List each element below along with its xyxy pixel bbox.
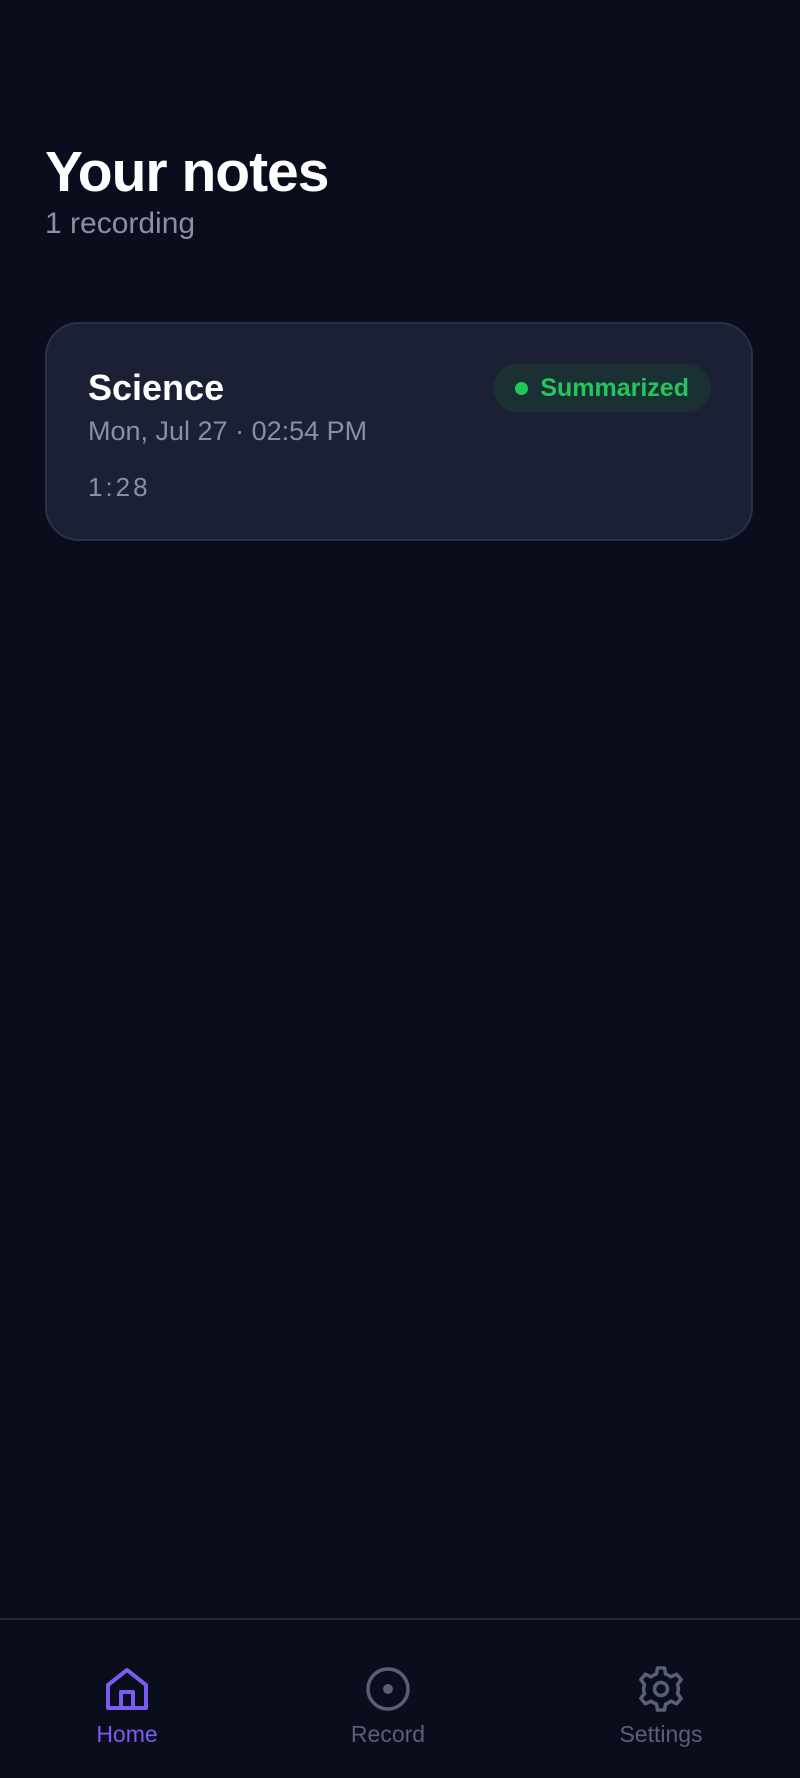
- app-screen: Your notes 1 recording Science Mon, Jul …: [0, 0, 800, 1778]
- nav-label-home: Home: [96, 1721, 158, 1747]
- note-date: Mon, Jul 27 · 02:54 PM: [88, 416, 368, 446]
- status-dot-icon: [515, 381, 529, 395]
- nav-item-home[interactable]: Home: [42, 1664, 212, 1748]
- nav-item-record[interactable]: Record: [303, 1664, 473, 1748]
- nav-item-settings[interactable]: Settings: [576, 1664, 746, 1748]
- nav-label-settings: Settings: [619, 1721, 703, 1747]
- status-label: Summarized: [540, 374, 689, 402]
- home-icon: [106, 1668, 148, 1710]
- recording-count: 1 recording: [45, 207, 196, 240]
- record-icon: [366, 1667, 410, 1711]
- header: Your notes 1 recording: [45, 140, 329, 244]
- bottom-nav: Home Record Settings: [0, 1618, 800, 1778]
- note-duration: 1:28: [88, 472, 151, 502]
- nav-label-record: Record: [350, 1721, 426, 1747]
- page-title: Your notes: [45, 140, 329, 204]
- status-badge: Summarized: [493, 364, 711, 412]
- note-title: Science: [88, 367, 225, 408]
- note-card[interactable]: Science Mon, Jul 27 · 02:54 PM 1:28 Summ…: [45, 322, 753, 541]
- gear-icon: [639, 1666, 683, 1712]
